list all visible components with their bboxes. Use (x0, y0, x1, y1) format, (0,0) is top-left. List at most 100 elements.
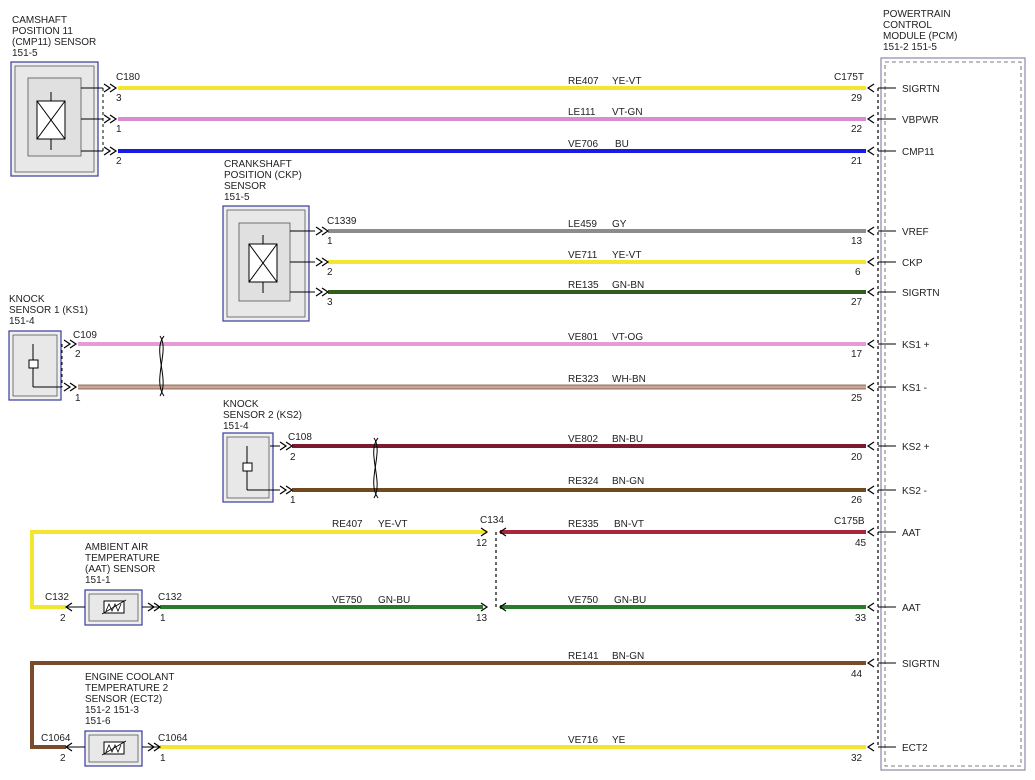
wiring-diagram: POWERTRAIN CONTROL MODULE (PCM) 151-2 15… (0, 0, 1035, 780)
pcm-pin-label-ks2-plus: KS2 + (902, 442, 930, 453)
pcm-pin-labels: SIGRTN VBPWR CMP11 VREF CKP SIGRTN KS1 +… (902, 84, 940, 754)
pcm-pin-label-ks2-minus: KS2 - (902, 486, 927, 497)
connector-c134: C134 (480, 515, 504, 526)
ks1-sensor: KNOCK SENSOR 1 (KS1) 151-4 (8, 294, 88, 401)
circuit-id: RE141 (568, 651, 599, 662)
pin-number: 1 (327, 236, 333, 247)
pin-number: 2 (327, 267, 333, 278)
ckp-label-2: POSITION (CKP) (224, 170, 302, 181)
ckp-label-3: SENSOR (224, 181, 266, 192)
circuit-id: VE750 (568, 595, 598, 606)
circuit-color: GN-BU (378, 595, 410, 606)
pcm-pin-mark-7 (866, 339, 875, 349)
pcm-pin-label-cmp11: CMP11 (902, 147, 935, 158)
c1339-pin2-mark (315, 257, 330, 267)
c1339-pin1-mark (315, 226, 330, 236)
pcm-title-1: POWERTRAIN (883, 9, 951, 20)
connector-c132-left: C132 (45, 592, 69, 603)
connector-c1339: C1339 (327, 216, 357, 227)
connector-c1064-left: C1064 (41, 733, 71, 744)
pcm-pin-mark-8 (866, 382, 875, 392)
circuit-color: VT-OG (612, 332, 643, 343)
ect-label-3: SENSOR (ECT2) (85, 694, 162, 705)
c180-pin2-mark (103, 146, 118, 156)
circuit-id: VE801 (568, 332, 598, 343)
circuit-color: BN-BU (612, 434, 643, 445)
pin-number: 3 (116, 93, 122, 104)
pcm-pin-label-sigrtn-1: SIGRTN (902, 84, 940, 95)
pin-number: 33 (855, 613, 867, 624)
ect-label-5: 151-6 (85, 716, 111, 727)
pcm-pin-mark-11 (866, 527, 875, 537)
circuit-id: RE323 (568, 374, 599, 385)
circuit-id: RE407 (332, 519, 363, 530)
ckp-label-1: CRANKSHAFT (224, 159, 292, 170)
pcm-module: POWERTRAIN CONTROL MODULE (PCM) 151-2 15… (877, 9, 1026, 771)
c109-pin2-mark (63, 339, 78, 349)
cmp-label-1: CAMSHAFT (12, 15, 67, 26)
circuit-id: VE750 (332, 595, 362, 606)
circuit-color: BN-VT (614, 519, 644, 530)
pcm-title-2: CONTROL (883, 20, 932, 31)
circuit-color: WH-BN (612, 374, 646, 385)
ks2-label-3: 151-4 (223, 421, 249, 432)
pin-number: 13 (851, 236, 863, 247)
circuit-id: LE111 (568, 107, 596, 118)
aat-label-4: 151-1 (85, 575, 111, 586)
connector-c108: C108 (288, 432, 312, 443)
pcm-pin-label-aat-1: AAT (902, 528, 921, 539)
cmp-sensor: CAMSHAFT POSITION 11 (CMP11) SENSOR 151-… (10, 15, 104, 177)
connector-c175b: C175B (834, 516, 865, 527)
pin-number: 45 (855, 538, 867, 549)
circuit-id: VE716 (568, 735, 598, 746)
circuit-id: RE324 (568, 476, 599, 487)
pcm-pin-mark-9 (866, 441, 875, 451)
pin-number: 20 (851, 452, 863, 463)
pcm-refs: 151-2 151-5 (883, 42, 937, 53)
circuit-color: VT-GN (612, 107, 643, 118)
aat-sensor: AMBIENT AIR TEMPERATURE (AAT) SENSOR 151… (84, 542, 160, 626)
c108-pin2-mark (279, 441, 294, 451)
pin-number: 2 (60, 753, 66, 764)
ect-sensor: ENGINE COOLANT TEMPERATURE 2 SENSOR (ECT… (84, 672, 174, 767)
ckp-sensor: CRANKSHAFT POSITION (CKP) SENSOR 151-5 (222, 159, 315, 322)
pcm-pin-mark-13 (866, 658, 875, 668)
pin-number: 13 (476, 613, 488, 624)
connector-c132-right: C132 (158, 592, 182, 603)
pin-number: 44 (851, 669, 863, 680)
pin-number: 2 (75, 349, 81, 360)
pcm-pin-mark-12 (866, 602, 875, 612)
pin-number: 21 (851, 156, 863, 167)
aat-label-3: (AAT) SENSOR (85, 564, 155, 575)
pcm-pin-label-aat-2: AAT (902, 603, 921, 614)
pin-number: 1 (116, 124, 122, 135)
cmp-label-2: POSITION 11 (12, 26, 73, 37)
pin-number: 3 (327, 297, 333, 308)
pin-number: 25 (851, 393, 863, 404)
aat-label-1: AMBIENT AIR (85, 542, 148, 553)
ect-label-4: 151-2 151-3 (85, 705, 139, 716)
ks1-label-1: KNOCK (9, 294, 45, 305)
circuit-color: GY (612, 219, 627, 230)
pin-number: 29 (851, 93, 863, 104)
pin-number: 6 (855, 267, 861, 278)
circuit-id: LE459 (568, 219, 597, 230)
pcm-pin-label-ckp: CKP (902, 258, 923, 269)
circuit-color: YE-VT (612, 76, 641, 87)
pin-number: 32 (851, 753, 863, 764)
pin-number: 1 (160, 613, 166, 624)
pin-number: 2 (290, 452, 296, 463)
pin-number: 2 (60, 613, 66, 624)
pin-number: 1 (160, 753, 166, 764)
wires (30, 86, 866, 749)
ect-label-2: TEMPERATURE 2 (85, 683, 169, 694)
pin-number: 1 (290, 495, 296, 506)
circuit-id: VE706 (568, 139, 598, 150)
pin-number: 26 (851, 495, 863, 506)
c180-pin3-mark (103, 83, 118, 93)
cmp-label-3: (CMP11) SENSOR (12, 37, 96, 48)
circuit-color: YE-VT (612, 250, 641, 261)
ks2-crystal (242, 462, 253, 472)
pcm-pin-label-ect2: ECT2 (902, 743, 928, 754)
circuit-color: BN-GN (612, 651, 644, 662)
